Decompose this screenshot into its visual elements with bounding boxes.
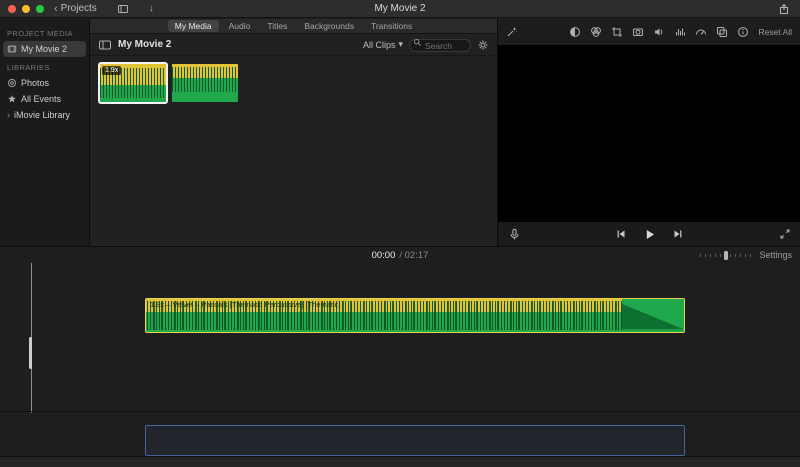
browser-title: My Movie 2 — [118, 39, 172, 50]
chevron-down-icon: ▾ — [398, 39, 403, 49]
sidebar-item-my-movie-2[interactable]: My Movie 2 — [3, 41, 86, 57]
viewer-panel: Reset All — [497, 19, 800, 246]
video-preview — [498, 45, 800, 222]
timeline-tracks: 1.9x – Velvet – Pascals [Thematic Percus… — [0, 263, 800, 467]
media-browser: My Media Audio Titles Backgrounds Transi… — [90, 19, 497, 246]
download-icon[interactable]: ↓ — [149, 3, 154, 14]
waveform-texture — [172, 67, 238, 92]
clips-grid: 1.9x — [90, 56, 497, 110]
speed-gauge-icon[interactable] — [695, 26, 707, 38]
tab-backgrounds[interactable]: Backgrounds — [297, 20, 361, 32]
timeline-header-right: Settings — [700, 247, 792, 263]
tab-audio[interactable]: Audio — [222, 20, 258, 32]
media-tabs: My Media Audio Titles Backgrounds Transi… — [90, 19, 497, 34]
zoom-slider-thumb[interactable] — [724, 250, 729, 260]
star-icon — [8, 95, 16, 103]
libraries-heading: LIBRARIES — [7, 63, 50, 72]
imovie-window: ‹ Projects ↓ My Movie 2 PROJECT MEDIA My… — [0, 0, 800, 467]
fade-out-handle[interactable] — [622, 299, 684, 332]
sidebar-item-imovie-library[interactable]: › iMovie Library — [0, 107, 89, 123]
photos-icon — [7, 78, 17, 88]
tab-titles[interactable]: Titles — [260, 20, 294, 32]
back-to-projects-label: Projects — [60, 3, 97, 14]
minimize-window-button[interactable] — [22, 4, 30, 13]
zoom-window-button[interactable] — [36, 4, 44, 13]
skip-back-icon[interactable] — [615, 228, 627, 240]
play-icon[interactable] — [643, 228, 656, 241]
search-field — [409, 36, 471, 54]
filmstrip-icon — [7, 45, 17, 53]
sidebar-item-label: My Movie 2 — [21, 44, 68, 54]
search-icon — [414, 39, 421, 46]
clip-filters-effects-icon[interactable] — [716, 26, 728, 38]
sidebar-item-label: All Events — [21, 94, 62, 104]
enhance-wand-icon[interactable] — [506, 26, 518, 38]
tab-my-media[interactable]: My Media — [167, 20, 219, 32]
stabilization-icon[interactable] — [632, 26, 644, 38]
browser-header: My Movie 2 All Clips ▾ — [90, 34, 497, 56]
playhead-handle[interactable] — [29, 337, 32, 369]
skip-forward-icon[interactable] — [672, 228, 684, 240]
timeline-bottom-bar — [0, 456, 800, 467]
sidebar-item-all-events[interactable]: All Events — [0, 91, 89, 107]
clip-name-label: 1.9x – Velvet – Pascals [Thematic Percus… — [150, 300, 341, 309]
edit-project-icon[interactable] — [117, 3, 129, 15]
color-correction-icon[interactable] — [590, 26, 602, 38]
crop-icon[interactable] — [611, 26, 623, 38]
total-duration: / 02:17 — [399, 249, 429, 261]
audio-clip-thumbnail-2[interactable] — [172, 64, 238, 102]
noise-reduction-equalizer-icon[interactable] — [674, 26, 686, 38]
timeline-zoom-slider[interactable] — [700, 250, 753, 260]
viewer-toolbar: Reset All — [498, 19, 800, 45]
clip-filter-label: All Clips — [362, 39, 396, 50]
close-window-button[interactable] — [8, 4, 16, 13]
window-controls — [8, 4, 44, 13]
library-sidebar: PROJECT MEDIA My Movie 2 LIBRARIES Photo… — [0, 19, 90, 246]
timeline-header: 00:00 / 02:17 Settings — [0, 247, 800, 263]
background-music-well[interactable] — [145, 425, 685, 456]
audio-clip-thumbnail-1[interactable]: 1.9x — [98, 62, 168, 104]
transport-controls — [498, 228, 800, 241]
playhead-time: 00:00 — [371, 249, 396, 261]
back-to-projects-button[interactable]: ‹ Projects — [54, 3, 97, 15]
timeline-audio-clip[interactable]: 1.9x – Velvet – Pascals [Thematic Percus… — [145, 298, 685, 333]
browser-settings-gear-icon[interactable] — [477, 39, 489, 51]
timeline-settings-button[interactable]: Settings — [759, 250, 792, 260]
chevron-left-icon: ‹ — [54, 2, 58, 15]
share-icon[interactable] — [778, 3, 790, 15]
speed-badge: 1.9x — [102, 66, 122, 75]
tab-transitions[interactable]: Transitions — [364, 20, 419, 32]
disclosure-chevron-icon: › — [7, 110, 10, 120]
reset-all-button[interactable]: Reset All — [758, 27, 792, 37]
track-divider — [0, 411, 800, 412]
timeline-panel: 00:00 / 02:17 Settings 1.9x – Velvet – P… — [0, 246, 800, 467]
sidebar-item-label: Photos — [21, 78, 50, 88]
playback-controls — [498, 222, 800, 246]
sidebar-item-label: iMovie Library — [14, 110, 71, 120]
clip-filter-dropdown[interactable]: All Clips ▾ — [363, 39, 403, 50]
sidebar-toggle-icon[interactable] — [98, 39, 112, 51]
titlebar: ‹ Projects ↓ My Movie 2 — [0, 0, 800, 18]
color-balance-icon[interactable] — [569, 26, 581, 38]
project-media-heading: PROJECT MEDIA — [7, 29, 73, 38]
sidebar-item-photos[interactable]: Photos — [0, 75, 89, 91]
clip-info-icon[interactable] — [737, 26, 749, 38]
volume-icon[interactable] — [653, 26, 665, 38]
